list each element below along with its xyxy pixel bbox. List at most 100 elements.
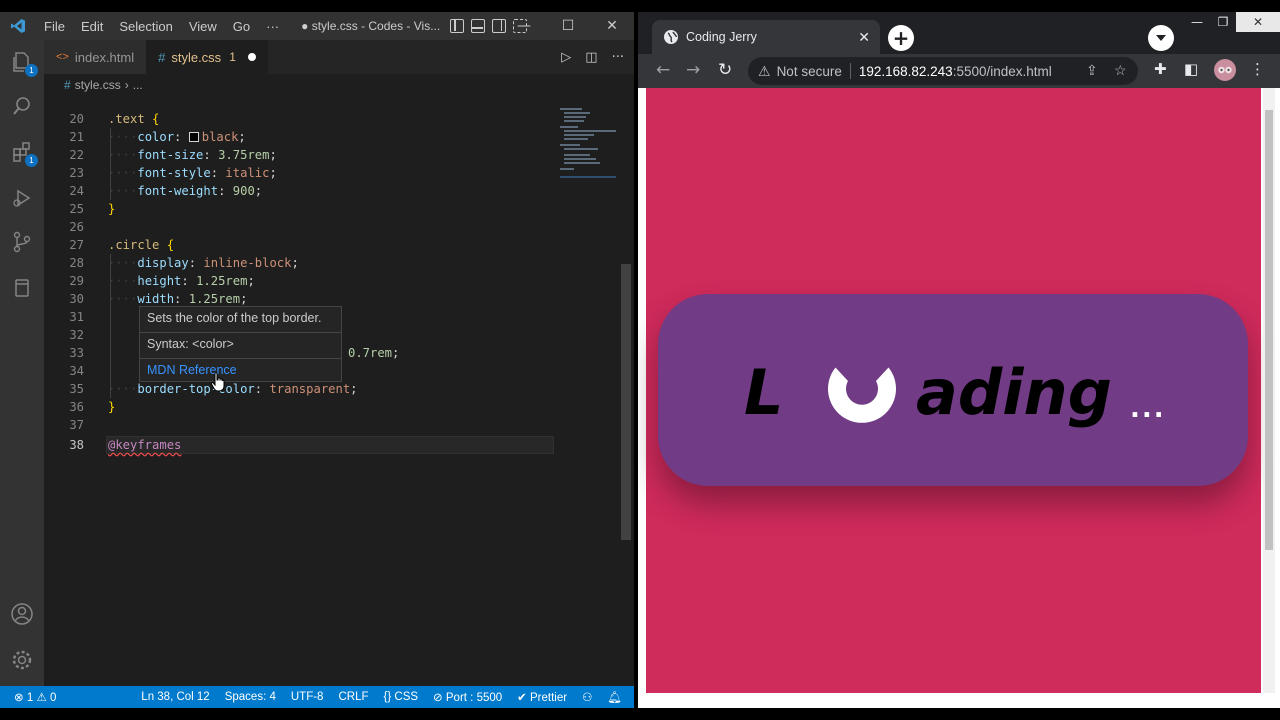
maximize-icon[interactable]: ☐ <box>546 12 590 40</box>
line-endings[interactable]: CRLF <box>338 691 368 703</box>
url-host: 192.168.82.243 <box>858 63 953 79</box>
feedback-icon[interactable]: ⚇ <box>582 690 592 704</box>
menu-more[interactable]: ··· <box>258 19 287 34</box>
new-tab-plus-icon[interactable]: + <box>888 25 914 51</box>
code-line: 26 <box>69 220 84 234</box>
tab-index-html[interactable]: <> index.html <box>44 40 147 74</box>
css-file-icon: # <box>158 49 166 65</box>
hover-divider <box>140 332 341 333</box>
bookmark-star-icon[interactable]: ☆ <box>1114 62 1127 79</box>
code-line-current: 38 @keyframes <box>69 438 182 452</box>
loading-spinner-icon <box>828 367 896 423</box>
no-entry-icon: ⊘ <box>433 692 443 704</box>
menu-view[interactable]: View <box>181 19 225 34</box>
error-icon: ⊗ <box>14 692 24 704</box>
vscode-titlebar: File Edit Selection View Go ··· ● style.… <box>0 12 634 40</box>
problems-count: 1 <box>229 50 236 64</box>
editor-actions: ▷ ◫ ··· <box>561 40 624 74</box>
explorer-badge: 1 <box>25 64 38 77</box>
settings-gear-icon[interactable] <box>8 646 36 674</box>
menu-selection[interactable]: Selection <box>111 19 180 34</box>
indentation[interactable]: Spaces: 4 <box>225 691 276 703</box>
browser-tab[interactable]: Coding Jerry ✕ <box>652 20 880 54</box>
split-editor-icon[interactable]: ◫ <box>585 50 597 65</box>
hover-tooltip: Sets the color of the top border. Syntax… <box>139 306 342 382</box>
kebab-menu-icon[interactable]: ⋮ <box>1250 60 1265 78</box>
run-play-icon[interactable]: ▷ <box>561 50 571 65</box>
code-line: 24 ····font-weight: 900; <box>69 184 263 198</box>
live-server-port[interactable]: ⊘ Port : 5500 <box>433 690 502 704</box>
warning-icon: ⚠ <box>36 692 47 704</box>
address-bar[interactable]: ⚠ Not secure 192.168.82.243 :5500/index.… <box>748 57 1138 85</box>
breadcrumb-file[interactable]: style.css <box>75 78 121 92</box>
status-bar: ⊗ 1 ⚠ 0 Ln 38, Col 12 Spaces: 4 UTF-8 CR… <box>0 686 634 708</box>
warning-triangle-icon[interactable]: ⚠ <box>758 63 771 80</box>
globe-favicon-icon <box>664 30 678 44</box>
notifications-bell-icon[interactable]: 🔔︎ <box>607 690 622 704</box>
code-line: 36 } <box>69 400 116 414</box>
encoding[interactable]: UTF-8 <box>291 691 324 703</box>
hover-description: Sets the color of the top border. <box>147 311 322 325</box>
extensions-puzzle-icon[interactable]: ✚ <box>1154 60 1167 78</box>
breadcrumb-symbol[interactable]: ... <box>133 78 143 92</box>
close-icon[interactable]: ✕ <box>590 12 634 40</box>
screen-bottom-strip <box>0 708 1280 720</box>
more-actions-icon[interactable]: ··· <box>612 50 624 65</box>
minimize-icon[interactable]: — <box>1184 12 1210 32</box>
editor-scrollbar[interactable] <box>621 264 631 540</box>
side-panel-icon[interactable]: ◧ <box>1184 60 1198 78</box>
profile-avatar[interactable] <box>1214 59 1236 81</box>
menu-go[interactable]: Go <box>225 19 258 34</box>
menu-edit[interactable]: Edit <box>73 19 111 34</box>
minimize-icon[interactable]: — <box>502 12 546 40</box>
restore-icon[interactable]: ❐ <box>1210 12 1236 32</box>
extensions-badge: 1 <box>25 154 38 167</box>
hand-cursor-icon <box>210 372 226 396</box>
menu-file[interactable]: File <box>36 19 73 34</box>
url-path: :5500/index.html <box>952 63 1052 79</box>
language-mode[interactable]: {} CSS <box>384 691 419 703</box>
browser-window-controls: — ❐ ✕ <box>1184 12 1280 32</box>
tab-close-icon[interactable]: ✕ <box>858 29 870 46</box>
source-control-icon[interactable] <box>8 228 36 256</box>
back-arrow-icon[interactable]: ← <box>656 60 670 80</box>
vscode-logo-icon <box>0 12 36 40</box>
tab-search-chevron-icon[interactable] <box>1148 25 1174 51</box>
window-title: ● style.css - Codes - Vis... <box>301 19 441 33</box>
close-icon[interactable]: ✕ <box>1236 12 1280 32</box>
vscode-window-controls: — ☐ ✕ <box>502 12 634 40</box>
prettier-status[interactable]: ✔ Prettier <box>517 690 567 704</box>
code-line: 35 ····border-top-color: transparent; <box>69 382 358 396</box>
code-line: 29 ····height: 1.25rem; <box>69 274 255 288</box>
reload-icon[interactable]: ↻ <box>718 60 732 80</box>
share-icon[interactable]: ⇪ <box>1086 62 1098 79</box>
scrollbar-thumb[interactable] <box>1265 110 1273 550</box>
code-editor[interactable]: 20 .text { 21 ····color: black; 22 ····f… <box>44 98 620 686</box>
hover-divider <box>140 358 341 359</box>
activity-bar: 1 1 <box>0 40 44 686</box>
minimap[interactable] <box>560 108 616 178</box>
code-line: 28 ····display: inline-block; <box>69 256 299 270</box>
remote-explorer-icon[interactable] <box>8 274 36 302</box>
run-debug-icon[interactable] <box>8 184 36 212</box>
explorer-icon[interactable]: 1 <box>8 48 38 77</box>
cursor-position[interactable]: Ln 38, Col 12 <box>141 691 209 703</box>
code-line: 27 .circle { <box>69 238 175 252</box>
forward-arrow-icon[interactable]: → <box>686 60 700 80</box>
extensions-icon[interactable]: 1 <box>8 138 38 167</box>
page-scrollbar[interactable] <box>1263 88 1275 693</box>
loading-card: L ading ... <box>658 294 1248 486</box>
problems-status[interactable]: ⊗ 1 ⚠ 0 <box>14 690 56 704</box>
browser-window: Coding Jerry ✕ + — ❐ ✕ ← → ↻ ⚠ Not secur… <box>638 12 1280 708</box>
search-icon[interactable] <box>8 92 36 120</box>
browser-tabstrip: Coding Jerry ✕ + — ❐ ✕ <box>638 12 1280 54</box>
account-icon[interactable] <box>8 600 36 628</box>
color-swatch-icon[interactable] <box>188 132 199 142</box>
toggle-sidebar-icon[interactable] <box>450 19 465 33</box>
tab-style-css[interactable]: # style.css 1 <box>146 40 268 74</box>
code-line: 20 .text { <box>69 112 160 126</box>
toggle-panel-icon[interactable] <box>471 19 486 33</box>
code-line: 25 } <box>69 202 116 216</box>
unsaved-dot-icon[interactable] <box>247 53 256 61</box>
security-status[interactable]: Not secure <box>777 64 842 79</box>
